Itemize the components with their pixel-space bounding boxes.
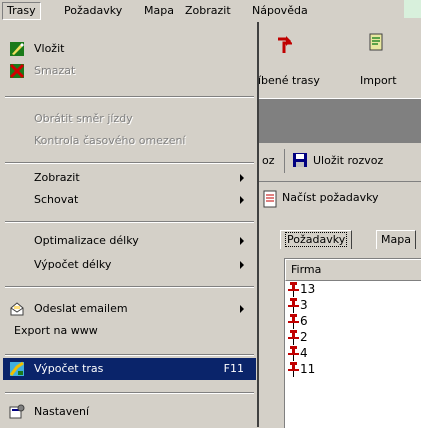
- list-item-label: 6: [300, 314, 308, 328]
- floppy-disk-icon: [293, 153, 307, 167]
- list-item[interactable]: 4: [285, 345, 421, 361]
- list-item-label: 4: [300, 346, 308, 360]
- save-delivery-button[interactable]: Uložit rozvoz: [292, 151, 421, 171]
- submenu-arrow-icon: [240, 261, 244, 269]
- load-requests-label: Načíst požadavky: [282, 191, 379, 204]
- pushpin-icon: [288, 346, 299, 361]
- menu-item-label: Odeslat emailem: [34, 302, 128, 315]
- menu-separator: [5, 221, 254, 223]
- menu-separator: [5, 392, 254, 394]
- favorite-routes-button[interactable]: íbené trasy: [258, 22, 346, 98]
- list-item[interactable]: 3: [285, 297, 421, 313]
- list-item-label: 2: [300, 330, 308, 344]
- route-flag-icon: [278, 36, 292, 53]
- menu-trasy[interactable]: Trasy: [2, 2, 41, 20]
- pushpin-icon: [288, 298, 299, 313]
- save-delivery-label: Uložit rozvoz: [313, 154, 384, 167]
- submenu-arrow-icon: [240, 237, 244, 245]
- menu-item-label: Kontrola časového omezení: [34, 134, 186, 147]
- requests-list[interactable]: Firma 13 3 6 2 4 11: [284, 258, 421, 428]
- pushpin-icon: [288, 314, 299, 329]
- menu-item-kontrola-omezeni[interactable]: Kontrola časového omezení: [3, 130, 256, 152]
- menu-item-label: Smazat: [34, 64, 76, 77]
- submenu-arrow-icon: [240, 174, 244, 182]
- menu-item-nastaveni[interactable]: Nastavení: [3, 401, 256, 423]
- pushpin-icon: [288, 362, 299, 377]
- favorite-routes-label: íbené trasy: [258, 74, 320, 87]
- list-item[interactable]: 2: [285, 329, 421, 345]
- import-label: Import: [360, 74, 397, 87]
- menu-item-label: Výpočet tras: [34, 362, 104, 375]
- toolbar-divider: [258, 98, 421, 143]
- menu-item-label: Výpočet délky: [34, 258, 112, 271]
- menu-item-optimalizace-delky[interactable]: Optimalizace délky: [3, 230, 256, 252]
- tab-pozadavky-label: Požadavky: [285, 232, 348, 247]
- tab-mapa-label: Mapa: [381, 233, 411, 246]
- toolbar-separator: [284, 149, 285, 173]
- menu-item-obratit-smer[interactable]: Obrátit směr jízdy: [3, 108, 256, 130]
- route-calc-icon: [9, 361, 24, 376]
- menu-zobrazit[interactable]: Zobrazit: [181, 3, 235, 19]
- tab-mapa[interactable]: Mapa: [376, 230, 416, 249]
- menu-item-label: Schovat: [34, 193, 79, 206]
- submenu-arrow-icon: [240, 196, 244, 204]
- menu-mapa[interactable]: Mapa: [140, 3, 178, 19]
- list-item-label: 13: [300, 282, 316, 296]
- trasy-dropdown-menu: Vložit Smazat Obrátit směr jízdy Kontrol…: [0, 22, 259, 427]
- menu-item-label: Vložit: [34, 42, 65, 55]
- menu-separator: [5, 354, 254, 356]
- insert-icon: [10, 42, 24, 56]
- email-icon: [10, 302, 24, 316]
- tab-strip: Požadavky Mapa: [258, 218, 421, 258]
- pushpin-icon: [288, 282, 299, 297]
- menu-item-label: Optimalizace délky: [34, 234, 139, 247]
- window-edge: [404, 0, 421, 18]
- column-header-firma[interactable]: Firma: [285, 259, 421, 281]
- menu-separator: [5, 162, 254, 164]
- list-item-label: 3: [300, 298, 308, 312]
- menu-item-label: Zobrazit: [34, 171, 80, 184]
- delete-icon: [9, 63, 25, 79]
- menu-item-schovat[interactable]: Schovat: [3, 189, 256, 211]
- route-action-fragment[interactable]: oz: [262, 154, 275, 167]
- tab-pozadavky[interactable]: Požadavky: [280, 230, 353, 249]
- menu-napoveda[interactable]: Nápověda: [248, 3, 312, 19]
- menu-separator: [5, 286, 254, 288]
- list-item-label: 11: [300, 362, 316, 376]
- menu-item-zobrazit[interactable]: Zobrazit: [3, 167, 256, 189]
- load-document-icon: [263, 190, 277, 208]
- list-item[interactable]: 6: [285, 313, 421, 329]
- submenu-arrow-icon: [240, 305, 244, 313]
- requests-bar: Načíst požadavky: [258, 182, 421, 216]
- menu-item-label: Nastavení: [34, 405, 90, 418]
- pushpin-icon: [288, 330, 299, 345]
- menu-item-vypocet-tras[interactable]: Výpočet tras F11: [3, 358, 256, 380]
- menu-item-vypocet-delky[interactable]: Výpočet délky: [3, 254, 256, 276]
- settings-icon: [9, 404, 25, 419]
- main-toolbar: íbené trasy Import: [258, 22, 421, 98]
- import-icon: [369, 33, 383, 51]
- menu-item-label: Obrátit směr jízdy: [34, 112, 133, 125]
- list-item[interactable]: 11: [285, 361, 421, 377]
- menu-separator: [5, 96, 254, 98]
- load-requests-button[interactable]: Načíst požadavky: [262, 190, 412, 208]
- menu-item-shortcut: F11: [223, 362, 244, 375]
- route-actions-bar: oz Uložit rozvoz: [258, 143, 421, 182]
- menu-pozadavky[interactable]: Požadavky: [60, 3, 126, 19]
- menu-item-export-www[interactable]: Export na www: [3, 320, 256, 342]
- menu-item-vlozit[interactable]: Vložit: [3, 38, 256, 60]
- menu-item-odeslat-emailem[interactable]: Odeslat emailem: [3, 298, 256, 320]
- menu-item-label: Export na www: [14, 324, 98, 337]
- import-button[interactable]: Import: [354, 22, 421, 98]
- menu-bar: Trasy Požadavky Mapa Zobrazit Nápověda: [0, 0, 421, 22]
- menu-item-smazat[interactable]: Smazat: [3, 60, 256, 82]
- list-item[interactable]: 13: [285, 281, 421, 297]
